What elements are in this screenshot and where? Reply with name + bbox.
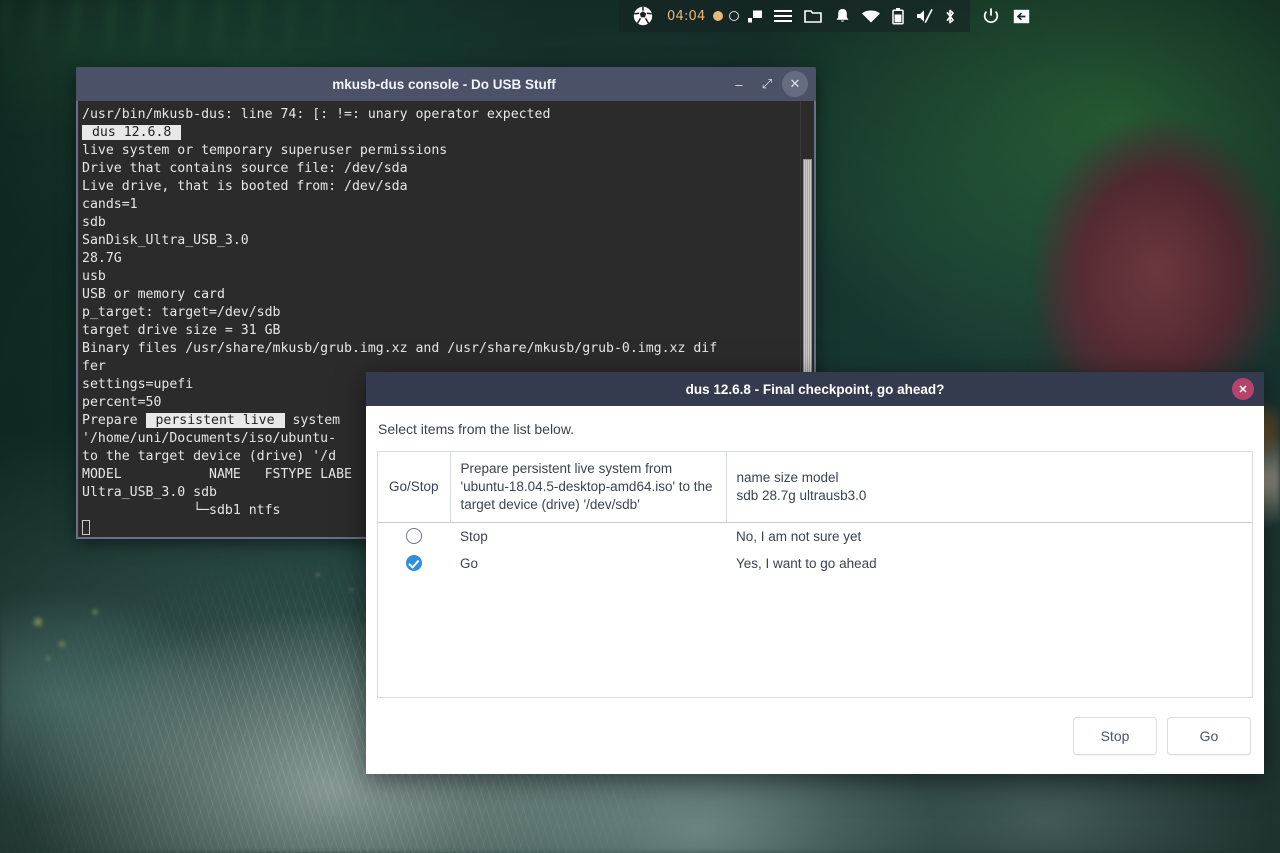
workspace-switcher-icon[interactable]: [742, 0, 769, 32]
device-header-line1: name size model: [737, 469, 1243, 487]
dialog-instruction: Select items from the list below.: [377, 421, 1253, 451]
soccer-ball-icon[interactable]: [627, 0, 659, 32]
dialog-body: Select items from the list below. Go/Sto…: [366, 406, 1264, 774]
dialog-title: dus 12.6.8 - Final checkpoint, go ahead?: [366, 382, 1264, 397]
terminal-version-highlight: dus 12.6.8: [82, 125, 181, 140]
workspace-indicator-2[interactable]: [726, 0, 742, 32]
radio-stop[interactable]: [406, 528, 422, 544]
terminal-line-error: /usr/bin/mkusb-dus: line 74: [: !=: unar…: [82, 107, 550, 122]
row-description-go: Yes, I want to go ahead: [726, 550, 1252, 577]
minimize-button[interactable]: –: [726, 71, 752, 97]
table-row[interactable]: Go Yes, I want to go ahead: [378, 550, 1252, 577]
bluetooth-icon[interactable]: [938, 0, 962, 32]
radio-go[interactable]: [406, 555, 422, 571]
close-button[interactable]: ✕: [782, 71, 808, 97]
battery-icon[interactable]: [886, 0, 910, 32]
dialog-table-container: Go/Stop Prepare persistent live system f…: [377, 451, 1253, 698]
column-header-prepare: Prepare persistent live system from 'ubu…: [450, 452, 726, 523]
terminal-title: mkusb-dus console - Do USB Stuff: [76, 77, 726, 92]
volume-muted-icon[interactable]: [910, 0, 938, 32]
row-description-stop: No, I am not sure yet: [726, 523, 1252, 550]
bell-icon[interactable]: [829, 0, 856, 32]
maximize-button[interactable]: ⤢: [754, 71, 780, 97]
device-header-line2: sdb 28.7g ultrausb3.0: [737, 487, 1243, 505]
folder-icon[interactable]: [797, 0, 829, 32]
terminal-window-controls: – ⤢ ✕: [726, 71, 816, 97]
dialog-titlebar[interactable]: dus 12.6.8 - Final checkpoint, go ahead?…: [366, 372, 1264, 406]
table-row[interactable]: Stop No, I am not sure yet: [378, 523, 1252, 550]
dialog-close-icon[interactable]: ✕: [1232, 378, 1254, 400]
hamburger-menu-icon[interactable]: [769, 0, 797, 32]
row-action-stop: Stop: [450, 523, 726, 550]
workspace-indicator-1[interactable]: [710, 0, 726, 32]
terminal-titlebar[interactable]: mkusb-dus console - Do USB Stuff – ⤢ ✕: [76, 67, 816, 101]
checkpoint-dialog: dus 12.6.8 - Final checkpoint, go ahead?…: [366, 372, 1264, 774]
clock[interactable]: 04:04: [659, 0, 710, 32]
row-action-go: Go: [450, 550, 726, 577]
terminal-output-tail: system '/home/uni/Documents/iso/ubuntu- …: [82, 413, 352, 518]
dialog-footer: Stop Go: [377, 698, 1253, 774]
desktop: 04:04: [0, 0, 1280, 853]
wifi-icon[interactable]: [856, 0, 886, 32]
terminal-cursor: [82, 520, 90, 535]
column-header-device: name size model sdb 28.7g ultrausb3.0: [726, 452, 1252, 523]
stop-button[interactable]: Stop: [1073, 717, 1157, 755]
logout-icon[interactable]: [1006, 0, 1037, 32]
power-icon[interactable]: [976, 0, 1006, 32]
column-header-gostop: Go/Stop: [378, 452, 450, 523]
go-button[interactable]: Go: [1167, 717, 1251, 755]
terminal-persistent-live-highlight: persistent live: [146, 413, 285, 428]
table-header-row: Go/Stop Prepare persistent live system f…: [378, 452, 1252, 523]
radio-cell-stop[interactable]: [378, 523, 450, 550]
radio-cell-go[interactable]: [378, 550, 450, 577]
selection-table: Go/Stop Prepare persistent live system f…: [378, 452, 1252, 577]
top-panel: 04:04: [619, 0, 970, 32]
